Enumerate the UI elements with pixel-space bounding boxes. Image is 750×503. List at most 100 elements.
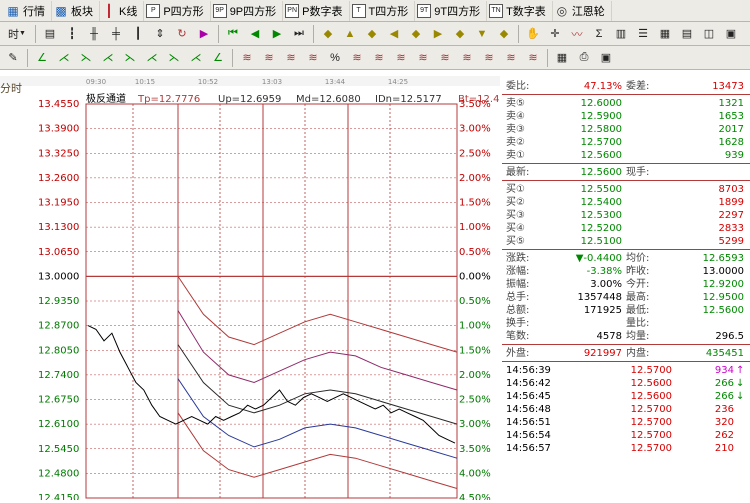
menu-item-3[interactable]: P P四方形 — [144, 0, 211, 21]
menu-item-6[interactable]: T T四方形 — [350, 0, 416, 21]
menu-item-1[interactable]: ▩ 板块 — [52, 0, 100, 21]
vol-icon[interactable]: ▥ — [610, 24, 632, 44]
fan-2-icon[interactable]: ⋋ — [75, 48, 97, 68]
menu-item-8[interactable]: TN T数字表 — [487, 0, 553, 21]
fib-13-icon[interactable]: ≋ — [522, 48, 544, 68]
fan-6-icon[interactable]: ⋋ — [163, 48, 185, 68]
tick-row: 14:56:51 12.5700 320 — [502, 416, 750, 429]
menu-item-7[interactable]: 9T 9T四方形 — [415, 0, 488, 21]
intraday-chart[interactable]: 09:30 10:15 10:52 13:03 13:44 14:25 极反通道 Tp=12.… — [0, 76, 519, 503]
tick-row: 14:56:45 12.5600 266 ↓ — [502, 390, 750, 403]
crosshair-icon[interactable]: ✛ — [544, 24, 566, 44]
stat-label: 均量: — [626, 331, 650, 342]
fib-7-icon[interactable]: ≋ — [390, 48, 412, 68]
fib-10-icon[interactable]: ≋ — [456, 48, 478, 68]
bid-row-3: 买③ 12.5300 2297 — [502, 209, 750, 222]
toolbar-divider — [518, 24, 519, 43]
last-bar-icon[interactable]: ⏭ — [288, 24, 310, 44]
arrow-left-icon[interactable]: ◀ — [383, 24, 405, 44]
fib-11-icon[interactable]: ≋ — [478, 48, 500, 68]
bid-label: 买② — [506, 197, 525, 208]
prev-bar-icon[interactable]: ◀ — [244, 24, 266, 44]
tick-time: 14:56:48 — [506, 404, 551, 415]
arrow-right-icon[interactable]: ▶ — [427, 24, 449, 44]
arrow-up-left-icon[interactable]: ◆ — [317, 24, 339, 44]
arrow-down-right-icon[interactable]: ◆ — [493, 24, 515, 44]
bid-label: 买① — [506, 184, 525, 195]
arrow-center-icon[interactable]: ◆ — [405, 24, 427, 44]
price-tick-label: 13.3900 — [38, 124, 79, 135]
time-label: 13:44 — [325, 78, 346, 86]
lines-icon[interactable]: ☰ — [632, 24, 654, 44]
k-type-4-icon[interactable]: ╪ — [105, 24, 127, 44]
toolbar-divider — [313, 24, 314, 43]
k-type-5-icon[interactable]: ┃ — [127, 24, 149, 44]
angle-line-2-icon[interactable]: ∠ — [207, 48, 229, 68]
percent-icon[interactable]: % — [324, 48, 346, 68]
print-icon[interactable]: ⎙ — [573, 48, 595, 68]
fib-6-icon[interactable]: ≋ — [368, 48, 390, 68]
arrow-up-icon[interactable]: ▲ — [339, 24, 361, 44]
menu-item-4[interactable]: 9P 9P四方形 — [211, 0, 284, 21]
fan-7-icon[interactable]: ⋌ — [185, 48, 207, 68]
chart-mode-label: 分时 — [0, 83, 22, 95]
refresh-icon[interactable]: ↻ — [171, 24, 193, 44]
arrow-down-icon[interactable]: ▼ — [471, 24, 493, 44]
wave-icon[interactable]: 〰 — [566, 24, 588, 44]
fib-2-icon[interactable]: ≋ — [258, 48, 280, 68]
pencil-icon[interactable]: ✎ — [2, 48, 24, 68]
zoom-icon[interactable]: ⇕ — [149, 24, 171, 44]
fib-1-icon[interactable]: ≋ — [236, 48, 258, 68]
sum-icon[interactable]: Σ — [588, 24, 610, 44]
chart-header-up: Up=12.6959 — [218, 94, 281, 105]
k-type-1-icon[interactable]: ▤ — [39, 24, 61, 44]
9p-square-icon: 9P — [212, 3, 227, 18]
menu-item-2[interactable]: ┃ K线 — [100, 0, 145, 21]
period-select[interactable]: 时 ▼ — [2, 24, 32, 44]
toolbar-divider — [218, 24, 219, 43]
bid-price: 12.5200 — [580, 223, 622, 234]
weicha-value: 13473 — [712, 81, 744, 92]
fan-5-icon[interactable]: ⋌ — [141, 48, 163, 68]
first-bar-icon[interactable]: ⏮ — [222, 24, 244, 44]
stat-value: 4578 — [596, 331, 622, 342]
fib-3-icon[interactable]: ≋ — [280, 48, 302, 68]
price-tick-label: 12.5450 — [38, 444, 79, 455]
fan-4-icon[interactable]: ⋋ — [119, 48, 141, 68]
fib-9-icon[interactable]: ≋ — [434, 48, 456, 68]
pct-tick-label: 3.00% — [459, 124, 491, 135]
stat-value: 3.00% — [590, 279, 622, 290]
k-type-2-icon[interactable]: ┇ — [61, 24, 83, 44]
tick-time: 14:56:51 — [506, 417, 551, 428]
arrow-up-right-icon[interactable]: ◆ — [361, 24, 383, 44]
export-icon[interactable]: ▣ — [595, 48, 617, 68]
table-icon[interactable]: ▤ — [676, 24, 698, 44]
menu-item-label: P四方形 — [163, 5, 204, 18]
next-bar-icon[interactable]: ▶ — [266, 24, 288, 44]
window-icon[interactable]: ▣ — [720, 24, 742, 44]
angle-line-1-icon[interactable]: ∠ — [31, 48, 53, 68]
weicha-label: 委差: — [626, 81, 650, 92]
fib-8-icon[interactable]: ≋ — [412, 48, 434, 68]
block-icon[interactable]: ▦ — [654, 24, 676, 44]
stat-label: 最高: — [626, 292, 650, 303]
menu-item-5[interactable]: PN P数字表 — [283, 0, 350, 21]
hand-icon[interactable]: ✋ — [522, 24, 544, 44]
arrow-down-left-icon[interactable]: ◆ — [449, 24, 471, 44]
price-line — [87, 325, 456, 444]
grid-view-icon[interactable]: ▦ — [551, 48, 573, 68]
k-type-3-icon[interactable]: ╫ — [83, 24, 105, 44]
bid-volume: 2297 — [718, 210, 744, 221]
flag-icon[interactable]: ▶ — [193, 24, 215, 44]
menu-item-9[interactable]: ◎ 江恩轮 — [553, 0, 612, 21]
fib-4-icon[interactable]: ≋ — [302, 48, 324, 68]
pct-tick-label: 0.00% — [459, 271, 491, 282]
stat-value: 12.5600 — [702, 305, 744, 316]
fib-12-icon[interactable]: ≋ — [500, 48, 522, 68]
toolbar-drawing: ✎ ∠ ⋌ ⋋ ⋌ ⋋ ⋌ ⋋ ⋌ ∠ ≋ ≋ ≋ ≋ % ≋ ≋ ≋ ≋ ≋ … — [0, 46, 750, 70]
layout-icon[interactable]: ◫ — [698, 24, 720, 44]
fan-1-icon[interactable]: ⋌ — [53, 48, 75, 68]
fib-5-icon[interactable]: ≋ — [346, 48, 368, 68]
menu-item-0[interactable]: ▦ 行情 — [4, 0, 52, 21]
fan-3-icon[interactable]: ⋌ — [97, 48, 119, 68]
